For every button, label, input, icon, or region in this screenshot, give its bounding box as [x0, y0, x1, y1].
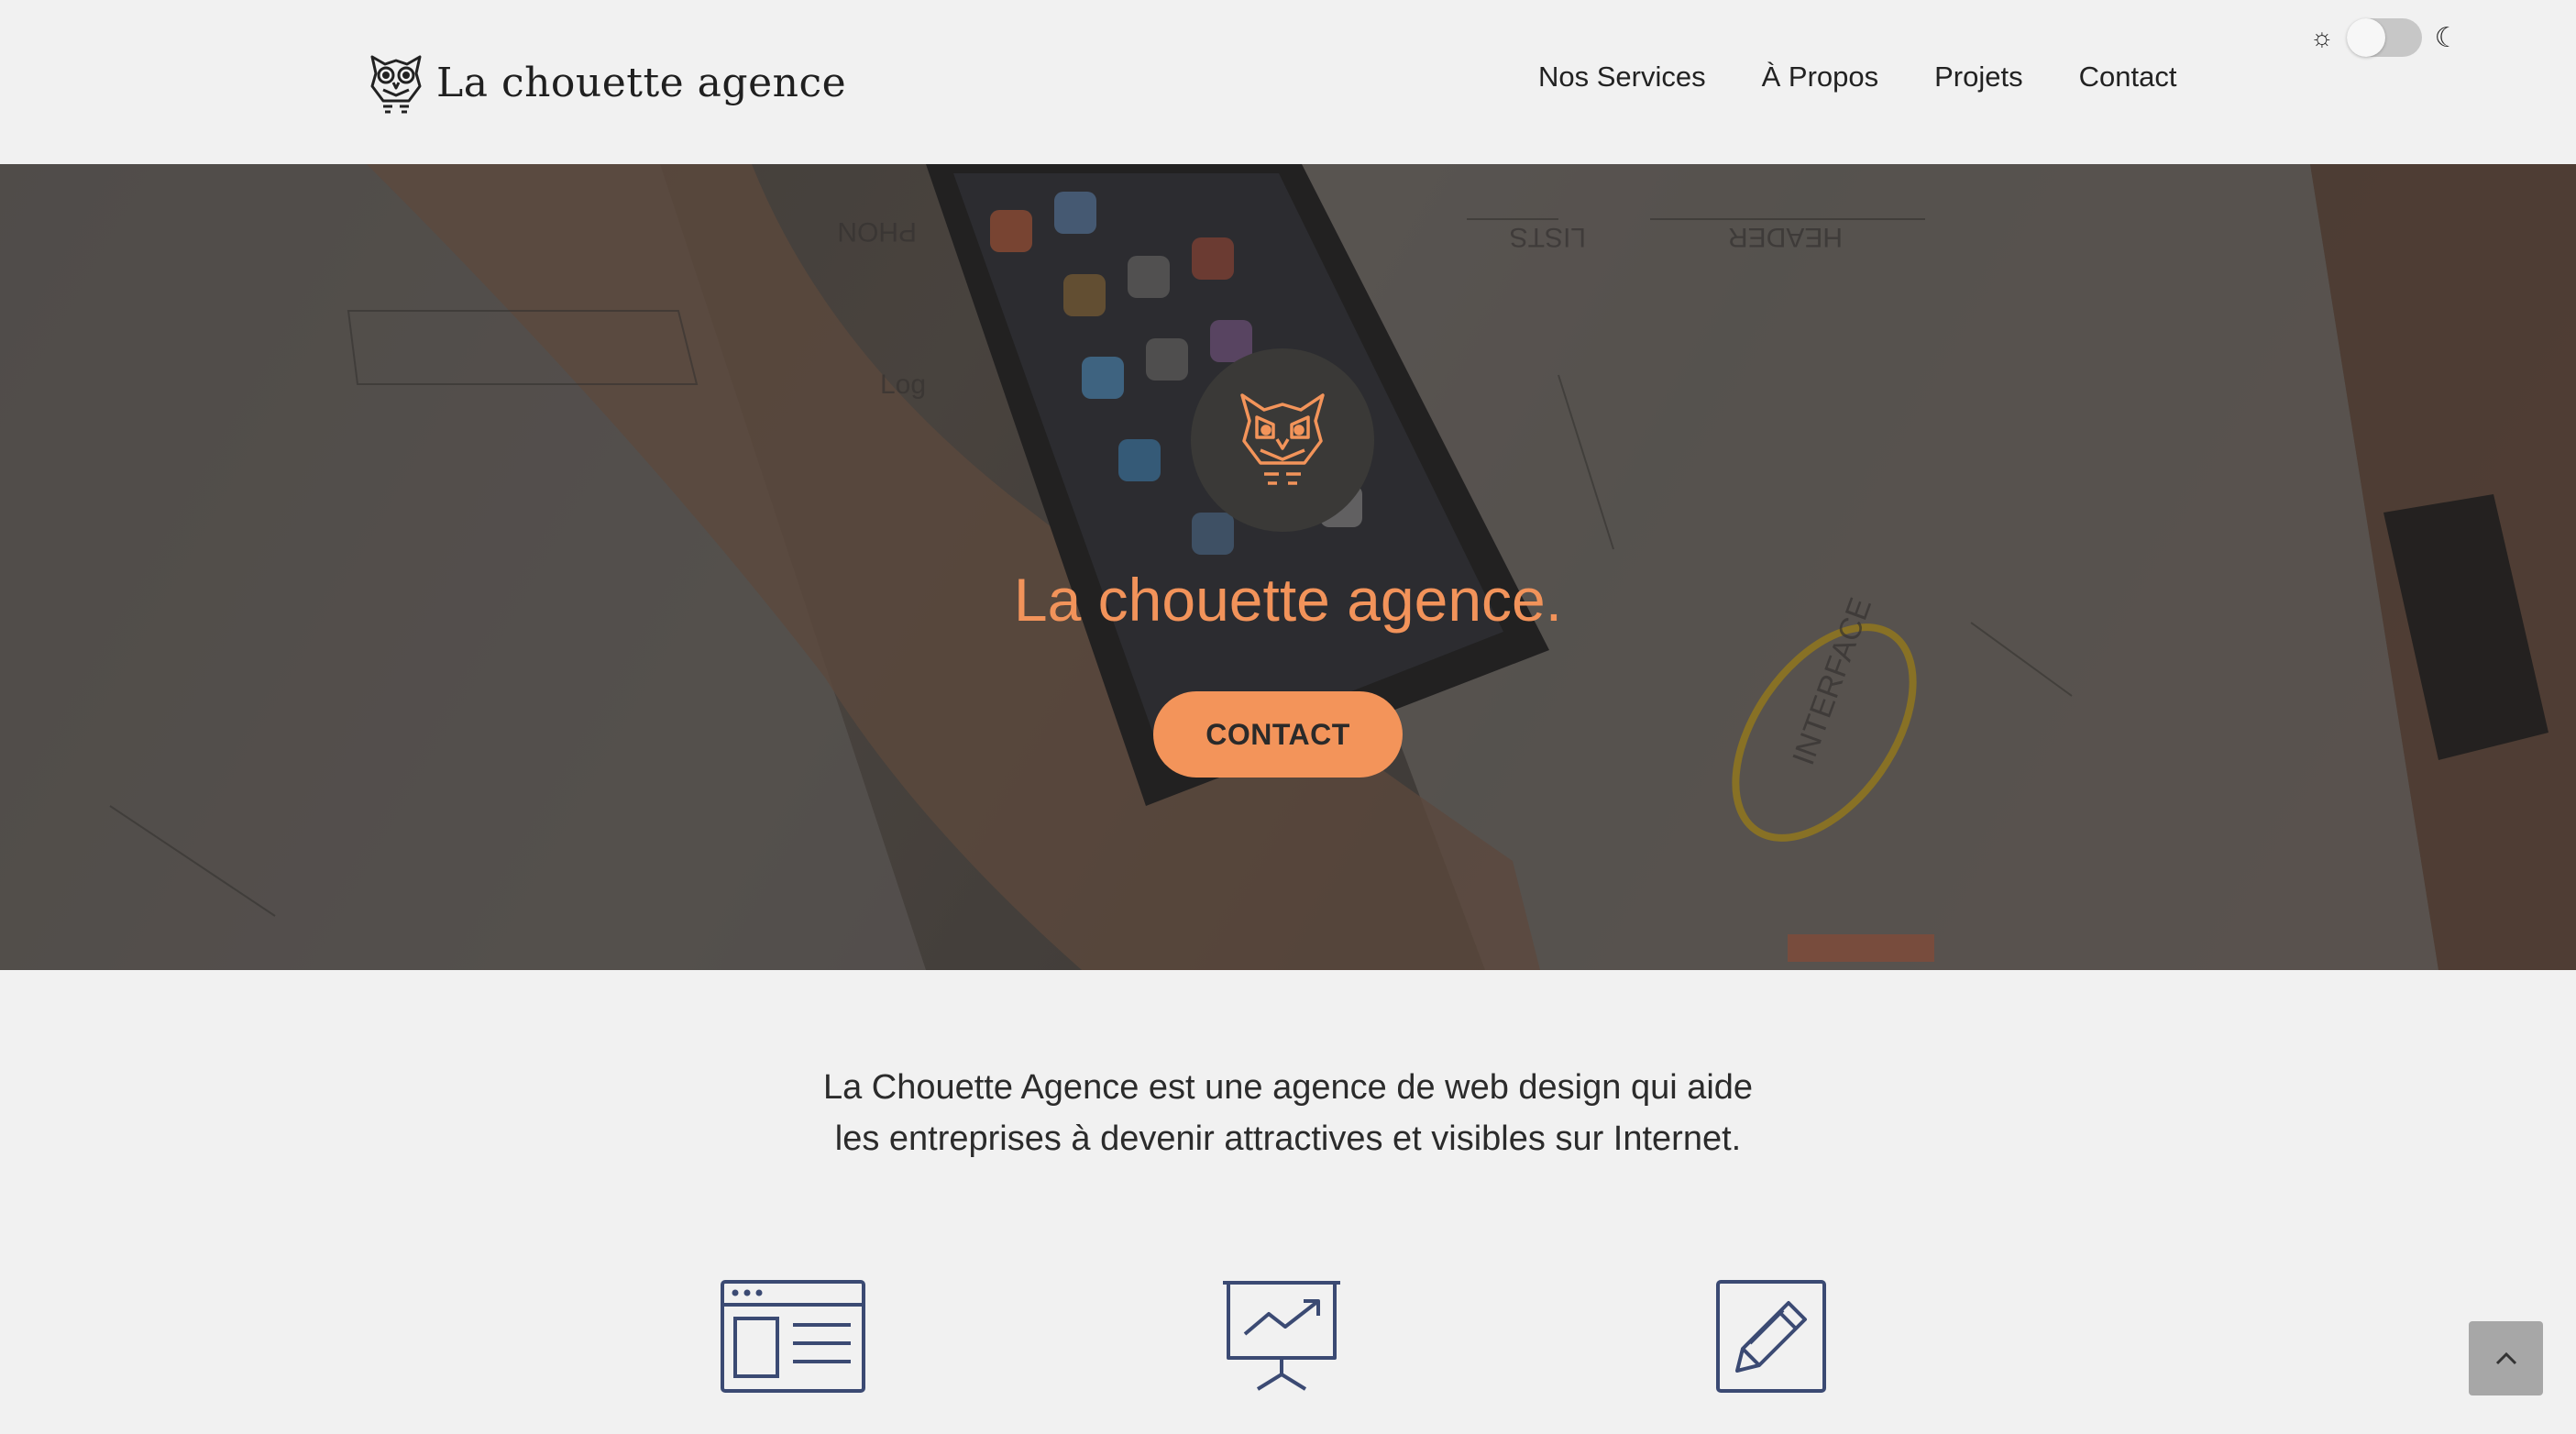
- theme-switcher: ☼ ☾: [2310, 18, 2460, 57]
- sun-icon: ☼: [2310, 23, 2334, 51]
- chevron-up-icon: [2495, 1351, 2516, 1364]
- brand-logo[interactable]: La chouette agence: [367, 46, 846, 119]
- owl-icon: [370, 55, 422, 114]
- moon-icon: ☾: [2434, 22, 2460, 53]
- nav-link-projects[interactable]: Projets: [1934, 61, 2022, 94]
- intro-text: La Chouette Agence est une agence de web…: [0, 1062, 2576, 1164]
- nav-link-services[interactable]: Nos Services: [1538, 61, 1706, 94]
- intro-line-2: les entreprises à devenir attractives et…: [834, 1120, 1742, 1158]
- pencil-edit-icon: [1716, 1280, 1826, 1393]
- back-to-top-button[interactable]: [2469, 1321, 2543, 1395]
- brand-name: La chouette agence: [436, 59, 847, 106]
- nav-link-contact[interactable]: Contact: [2079, 61, 2177, 94]
- hero-title: La chouette agence.: [1013, 566, 1563, 634]
- site-header: La chouette agence Nos Services À Propos…: [0, 0, 2576, 164]
- owl-icon: [1240, 393, 1325, 485]
- main-nav: Nos Services À Propos Projets Contact: [1538, 61, 2176, 94]
- toggle-knob: [2346, 18, 2385, 57]
- nav-link-about[interactable]: À Propos: [1762, 61, 1879, 94]
- hero-banner: PHON LISTS HEADER Log INTERFACE La choue…: [0, 164, 2576, 970]
- dark-mode-toggle[interactable]: [2346, 18, 2422, 57]
- presentation-chart-icon: [1223, 1281, 1340, 1391]
- contact-button[interactable]: CONTACT: [1153, 691, 1403, 778]
- intro-line-1: La Chouette Agence est une agence de web…: [822, 1068, 1754, 1107]
- web-layout-icon: [721, 1280, 865, 1393]
- hero-owl-badge: [1191, 348, 1374, 532]
